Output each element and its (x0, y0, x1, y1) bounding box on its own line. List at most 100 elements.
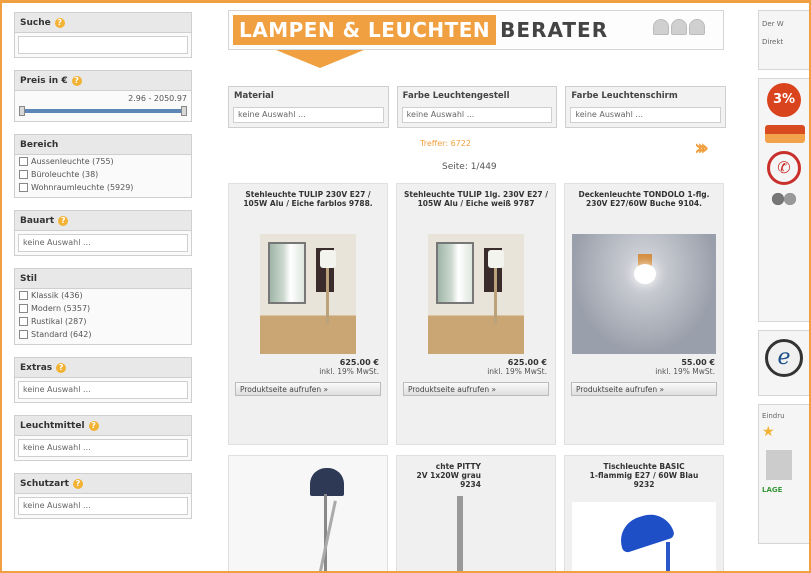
product-card[interactable] (228, 455, 388, 573)
page-indicator: Seite: 1/449 (442, 162, 497, 172)
checkbox[interactable] (19, 183, 28, 192)
filter-title: Farbe Leuchtengestell (402, 91, 510, 101)
trust-box: e (758, 330, 811, 396)
checkbox[interactable] (19, 157, 28, 166)
discount-badge[interactable]: 3% (767, 83, 801, 117)
leuchtmittel-box-header: Leuchtmittel ? (15, 416, 191, 436)
product-details-button[interactable]: Produktseite aufrufen » (403, 382, 549, 396)
filter-bar: Material keine Auswahl ... Farbe Leuchte… (228, 86, 727, 128)
filter-title: Material (234, 91, 274, 101)
bereich-box-header: Bereich (15, 135, 191, 155)
lamp-decoration-icon (653, 19, 705, 35)
search-title: Suche (20, 17, 51, 28)
checkbox[interactable] (19, 170, 28, 179)
leuchtmittel-select[interactable]: keine Auswahl ... (18, 439, 188, 457)
product-details-button[interactable]: Produktseite aufrufen » (235, 382, 381, 396)
filter-shade-color: Farbe Leuchtenschirm keine Auswahl ... (565, 86, 727, 128)
search-input[interactable] (18, 36, 188, 54)
extras-title: Extras (20, 362, 53, 373)
stil-option-label: Rustikal (287) (31, 317, 87, 326)
lamp-arm (457, 496, 463, 573)
product-card[interactable]: Stehleuchte TULIP 230V E27 / 105W Alu / … (228, 183, 388, 445)
product-price: 625.00 € (339, 358, 379, 367)
filter-frame-color: Farbe Leuchtengestell keine Auswahl ... (396, 86, 558, 128)
extras-box: Extras ? keine Auswahl ... (14, 357, 192, 403)
hits-count: Treffer: 6722 (420, 139, 471, 148)
bereich-option[interactable]: Wohnraumleuchte (5929) (15, 181, 191, 197)
product-card[interactable]: chte PITTY 2V 1x20W grau 9234 (396, 455, 556, 573)
checkbox[interactable] (19, 330, 28, 339)
leuchtmittel-title: Leuchtmittel (20, 420, 85, 431)
info-text: Direkt (762, 38, 784, 46)
bereich-title: Bereich (20, 139, 59, 150)
price-slider-max-handle[interactable] (181, 106, 187, 116)
lamp-arm (666, 542, 670, 572)
price-box: Preis in € ? 2.96 - 2050.97 (14, 70, 192, 122)
price-slider-min-handle[interactable] (19, 106, 25, 116)
product-image[interactable] (260, 234, 356, 354)
filter-select[interactable]: keine Auswahl ... (401, 107, 553, 123)
product-image[interactable] (428, 234, 524, 354)
avatar (766, 450, 792, 480)
checkbox[interactable] (19, 317, 28, 326)
price-range-value: 2.96 - 2050.97 (128, 94, 187, 103)
bereich-option[interactable]: Büroleuchte (38) (15, 168, 191, 181)
product-image[interactable] (248, 460, 368, 573)
stil-option-label: Modern (5357) (31, 304, 91, 313)
bereich-option-label: Wohnraumleuchte (5929) (31, 183, 134, 192)
stil-option[interactable]: Klassik (436) (15, 289, 191, 302)
product-title[interactable]: Deckenleuchte TONDOLO 1-flg. 230V E27/60… (565, 184, 723, 234)
product-title[interactable]: chte PITTY 2V 1x20W grau 9234 (397, 456, 555, 496)
site-banner[interactable]: LAMPEN & LEUCHTEN BERATER (228, 10, 724, 50)
stil-option[interactable]: Modern (5357) (15, 302, 191, 315)
product-image[interactable] (572, 502, 716, 572)
phone-icon[interactable]: ✆ (767, 151, 801, 185)
product-details-button[interactable]: Produktseite aufrufen » (571, 382, 717, 396)
bereich-option[interactable]: Aussenleuchte (755) (15, 155, 191, 168)
extras-box-header: Extras ? (15, 358, 191, 378)
stil-option[interactable]: Rustikal (287) (15, 315, 191, 328)
bereich-box: Bereich Aussenleuchte (755) Büroleuchte … (14, 134, 192, 198)
product-title[interactable]: Stehleuchte TULIP 230V E27 / 105W Alu / … (229, 184, 387, 234)
product-title[interactable]: Stehleuchte TULIP 1lg. 230V E27 / 105W A… (397, 184, 555, 234)
banner-logo: LAMPEN & LEUCHTEN (233, 15, 497, 45)
bauart-title: Bauart (20, 215, 55, 226)
filter-select[interactable]: keine Auswahl ... (233, 107, 384, 123)
product-title[interactable]: Tischleuchte BASIC 1-flammig E27 / 60W B… (565, 456, 723, 502)
flag-icon[interactable] (765, 125, 805, 143)
search-box-header: Suche ? (15, 13, 191, 33)
extras-select[interactable]: keine Auswahl ... (18, 381, 188, 399)
product-image[interactable] (572, 234, 716, 354)
stil-option[interactable]: Standard (642) (15, 328, 191, 344)
product-card[interactable]: Stehleuchte TULIP 1lg. 230V E27 / 105W A… (396, 183, 556, 445)
product-card[interactable]: Deckenleuchte TONDOLO 1-flg. 230V E27/60… (564, 183, 724, 445)
filter-select[interactable]: keine Auswahl ... (570, 107, 722, 123)
price-slider[interactable] (19, 106, 187, 116)
schutzart-box-header: Schutzart ? (15, 474, 191, 494)
star-icon: ★ (762, 424, 775, 440)
banner-subtitle: BERATER (500, 18, 609, 42)
checkbox[interactable] (19, 304, 28, 313)
bereich-option-label: Aussenleuchte (755) (31, 157, 114, 166)
schutzart-select[interactable]: keine Auswahl ... (18, 497, 188, 515)
filter-title: Farbe Leuchtenschirm (571, 91, 678, 101)
help-icon[interactable]: ? (56, 362, 67, 373)
schutzart-title: Schutzart (20, 478, 69, 489)
people-icon[interactable] (769, 191, 799, 211)
bauart-select[interactable]: keine Auswahl ... (18, 234, 188, 252)
help-icon[interactable]: ? (88, 420, 99, 431)
product-card[interactable]: Tischleuchte BASIC 1-flammig E27 / 60W B… (564, 455, 724, 573)
schutzart-box: Schutzart ? keine Auswahl ... (14, 473, 192, 519)
filter-sidebar: Suche ? Preis in € ? 2.96 - 2050.97 Bere… (14, 12, 192, 531)
lamp-arm (318, 500, 337, 573)
next-page-icon[interactable]: ››› (694, 136, 709, 161)
help-icon[interactable]: ? (58, 215, 69, 226)
product-price: 625.00 € (507, 358, 547, 367)
checkbox[interactable] (19, 291, 28, 300)
help-icon[interactable]: ? (71, 75, 82, 86)
leuchtmittel-box: Leuchtmittel ? keine Auswahl ... (14, 415, 192, 461)
search-box: Suche ? (14, 12, 192, 58)
help-icon[interactable]: ? (73, 478, 83, 489)
help-icon[interactable]: ? (54, 17, 65, 28)
trusted-shops-icon[interactable]: e (765, 339, 803, 377)
